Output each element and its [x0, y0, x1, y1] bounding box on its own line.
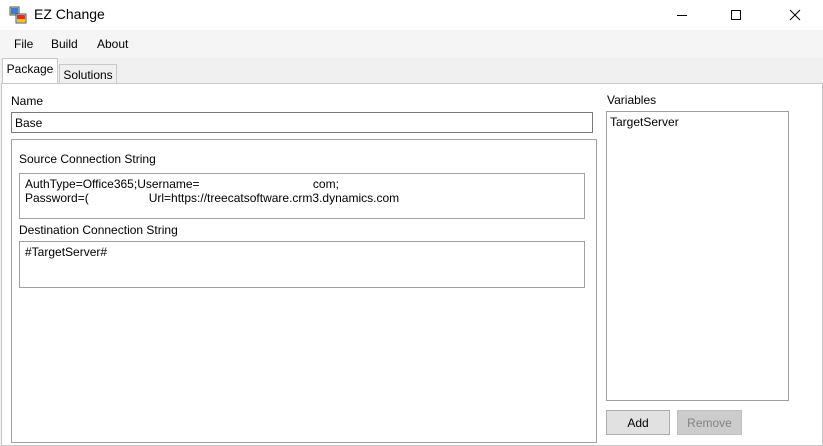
menu-file[interactable]: File [14, 37, 33, 51]
list-item[interactable]: TargetServer [610, 115, 785, 130]
close-button[interactable] [772, 0, 818, 30]
window-title: EZ Change [34, 6, 105, 22]
maximize-button[interactable] [713, 0, 759, 30]
minimize-icon [677, 15, 687, 16]
menu-build[interactable]: Build [51, 37, 78, 51]
menu-bar: File Build About [0, 30, 823, 58]
connection-group: Source Connection String AuthType=Office… [11, 139, 597, 443]
title-bar: EZ Change [0, 0, 823, 30]
close-icon [789, 9, 801, 21]
destination-connection-input[interactable]: #TargetServer# [19, 241, 585, 288]
tab-strip: Package Solutions [0, 58, 823, 85]
variables-list[interactable]: TargetServer [606, 111, 789, 401]
variables-label: Variables [607, 93, 657, 107]
source-connection-label: Source Connection String [19, 152, 156, 166]
source-connection-input[interactable]: AuthType=Office365;Username= com; Passwo… [19, 173, 585, 219]
tab-page-package: Name Source Connection String AuthType=O… [1, 83, 823, 446]
add-button[interactable]: Add [606, 410, 670, 435]
name-label: Name [11, 94, 44, 108]
app-icon [9, 6, 27, 24]
minimize-button[interactable] [659, 0, 705, 30]
maximize-icon [731, 10, 741, 20]
menu-about[interactable]: About [97, 37, 128, 51]
tab-package[interactable]: Package [2, 58, 58, 83]
destination-connection-label: Destination Connection String [19, 223, 178, 237]
tab-solutions[interactable]: Solutions [59, 64, 117, 85]
name-input[interactable] [11, 112, 593, 133]
remove-button[interactable]: Remove [677, 410, 742, 435]
